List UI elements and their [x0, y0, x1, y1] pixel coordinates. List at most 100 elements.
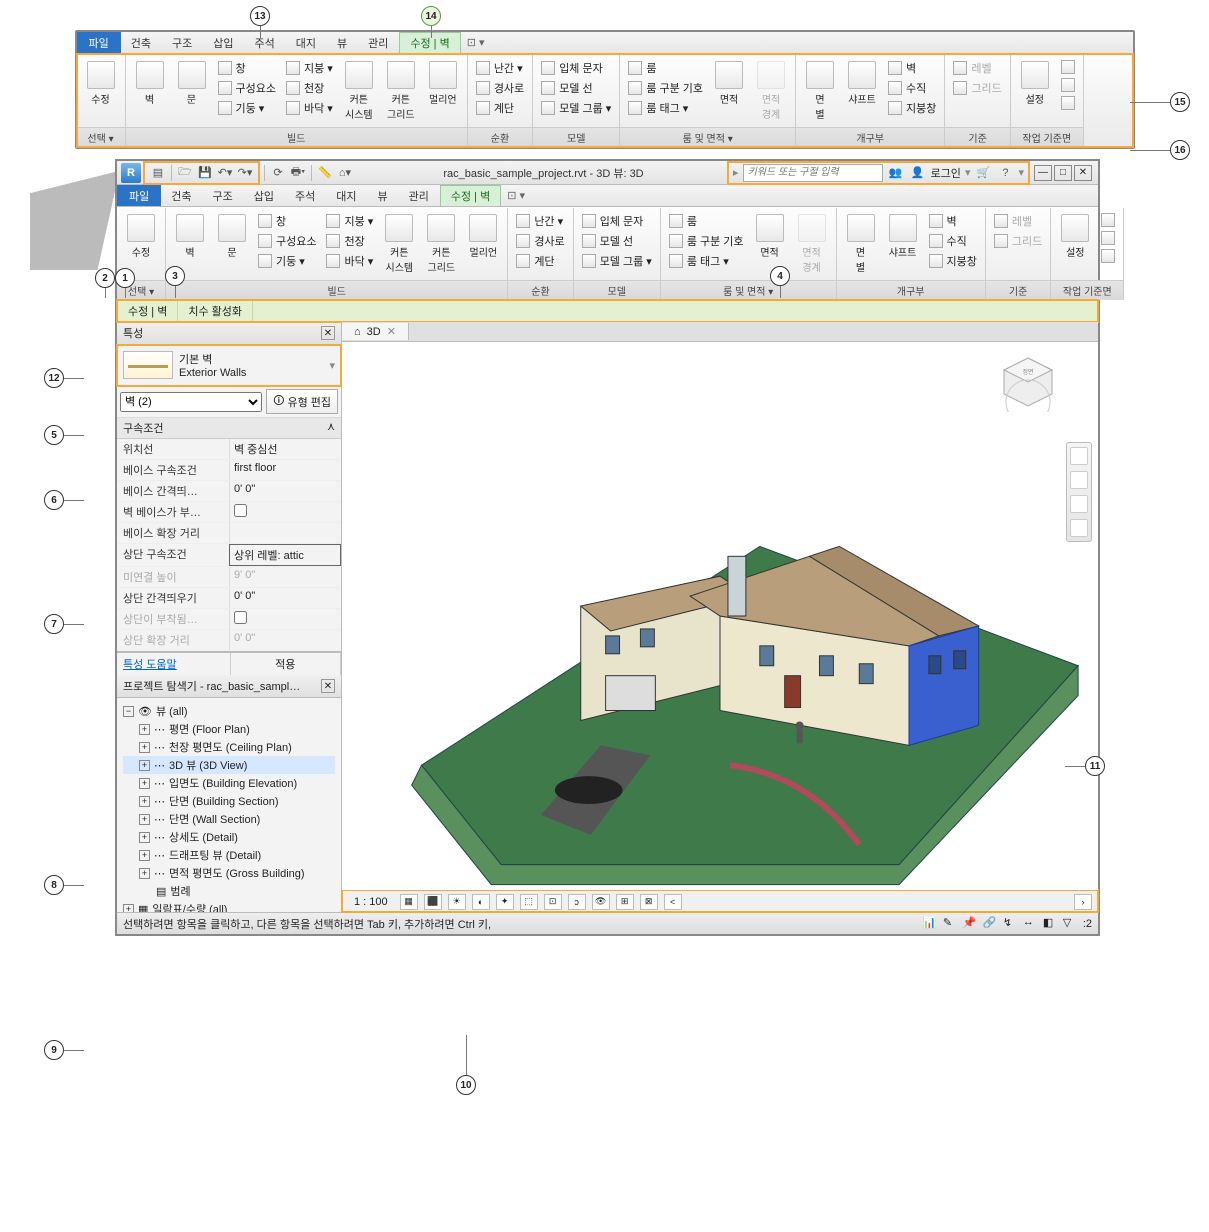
expand-icon[interactable]: + [139, 868, 150, 879]
ribbon-mini-1-2-1[interactable]: 구성요소 [216, 79, 278, 97]
qat-sync-icon[interactable]: ⟳ [269, 164, 287, 182]
ribbon-mini-1-3-0[interactable]: 지붕 ▾ [284, 59, 335, 77]
prop-check-8[interactable] [234, 611, 247, 624]
ribbon-mini-1-2-2[interactable]: 기둥 ▾ [256, 252, 318, 270]
ribbon-mini-1-3-1[interactable]: 천장 [324, 232, 375, 250]
browser-close-icon[interactable]: ✕ [321, 679, 335, 693]
ribbon-mini-7-1-2[interactable] [1099, 248, 1117, 264]
properties-help-link[interactable]: 특성 도움말 [117, 653, 231, 675]
ribbon-btn-door-icon[interactable]: 문 [214, 212, 250, 261]
navigation-bar[interactable] [1066, 442, 1092, 542]
tab-overflow[interactable]: ⊡ ▾ [461, 33, 491, 52]
ribbon-mini-5-2-2[interactable]: 지붕창 [927, 252, 979, 270]
ribbon-mini-5-2-1[interactable]: 수직 [927, 232, 979, 250]
panel-footer-1[interactable]: 빌드 [126, 127, 467, 147]
sb-pin-icon[interactable]: 📌 [963, 916, 979, 932]
ribbon-btn-set-icon[interactable]: 설정 [1057, 212, 1093, 261]
panel-footer-6[interactable]: 기준 [986, 280, 1050, 300]
vc-sun-icon[interactable]: ☀ [448, 894, 466, 910]
tab-insert[interactable]: 삽입 [203, 32, 244, 53]
ribbon-btn-grid2-icon[interactable]: 커튼그리드 [383, 59, 419, 123]
ribbon-mini-5-2-1[interactable]: 수직 [886, 79, 938, 97]
tree-view-3[interactable]: +⋯입면도 (Building Elevation) [123, 774, 335, 792]
mtab-overflow[interactable]: ⊡ ▾ [501, 186, 531, 205]
qat-redo-icon[interactable]: ↷▾ [236, 164, 254, 182]
prop-row-0[interactable]: 위치선벽 중심선 [117, 439, 341, 460]
tree-view-2[interactable]: +⋯3D 뷰 (3D View) [123, 756, 335, 774]
view-cube[interactable]: 정면 [998, 352, 1058, 412]
ribbon-mini-1-3-2[interactable]: 바닥 ▾ [284, 99, 335, 117]
prop-row-6[interactable]: 미연결 높이9' 0" [117, 567, 341, 588]
nav-zoom-icon[interactable] [1070, 495, 1088, 513]
expand-icon[interactable]: + [139, 724, 150, 735]
mtab-annot[interactable]: 주석 [285, 185, 326, 206]
ribbon-mini-4-0-1[interactable]: 룸 구분 기호 [667, 232, 746, 250]
user-icon[interactable]: 👤 [909, 164, 927, 182]
ribbon-btn-mullion-icon[interactable]: 멀리언 [425, 59, 461, 108]
ribbon-btn-wall-icon[interactable]: 벽 [172, 212, 208, 261]
scroll-right-icon[interactable]: › [1074, 894, 1092, 910]
ribbon-btn-cursor-icon[interactable]: 수정 [123, 212, 159, 261]
tree-view-6[interactable]: +⋯상세도 (Detail) [123, 828, 335, 846]
panel-footer-2[interactable]: 순환 [468, 127, 532, 147]
ribbon-mini-3-0-2[interactable]: 모델 그룹 ▾ [539, 99, 613, 117]
file-menu[interactable]: 파일 [77, 32, 121, 53]
close-icon[interactable]: ✕ [1074, 165, 1092, 181]
ribbon-mini-7-1-0[interactable] [1099, 212, 1117, 228]
vc-lock-icon[interactable]: ↄ [568, 894, 586, 910]
panel-footer-1[interactable]: 빌드 [166, 280, 507, 300]
mtab-view[interactable]: 뷰 [368, 185, 399, 206]
ribbon-mini-4-0-0[interactable]: 룸 [667, 212, 746, 230]
ribbon-btn-cursor-icon[interactable]: 수정 [83, 59, 119, 108]
vc-temp-icon[interactable]: 👁 [592, 894, 610, 910]
ribbon-mini-1-3-0[interactable]: 지붕 ▾ [324, 212, 375, 230]
ribbon-mini-7-1-2[interactable] [1059, 95, 1077, 111]
tree-view-8[interactable]: +⋯면적 평면도 (Gross Building) [123, 864, 335, 882]
qat-measure-icon[interactable]: 📏 [316, 164, 334, 182]
panel-footer-4[interactable]: 룸 및 면적 ▾ [620, 127, 795, 147]
tree-extra-1[interactable]: +▦일람표/수량 (all) [123, 900, 335, 912]
options-dim-activate[interactable]: 치수 활성화 [178, 300, 253, 322]
ribbon-btn-area2-icon[interactable]: 면적경계 [794, 212, 830, 276]
canvas[interactable]: 정면 [342, 342, 1098, 890]
nav-wheel-icon[interactable] [1070, 447, 1088, 465]
expand-icon[interactable]: + [139, 832, 150, 843]
sb-face-icon[interactable]: ◧ [1043, 916, 1059, 932]
ribbon-mini-2-0-0[interactable]: 난간 ▾ [514, 212, 566, 230]
ribbon-mini-5-2-2[interactable]: 지붕창 [886, 99, 938, 117]
ribbon-mini-6-0-1[interactable]: 그리드 [992, 232, 1044, 250]
tab-site[interactable]: 대지 [286, 32, 327, 53]
qat-print-icon[interactable]: 🖶▾ [289, 164, 307, 182]
maximize-icon[interactable]: □ [1054, 165, 1072, 181]
prop-row-3[interactable]: 벽 베이스가 부… [117, 502, 341, 523]
mtab-insert[interactable]: 삽입 [244, 185, 285, 206]
panel-footer-3[interactable]: 모델 [533, 127, 619, 147]
instance-filter[interactable]: 벽 (2) [120, 392, 262, 412]
prop-row-8[interactable]: 상단이 부착됨… [117, 609, 341, 630]
mtab-modify-wall[interactable]: 수정 | 벽 [440, 185, 501, 206]
mtab-arch[interactable]: 건축 [161, 185, 202, 206]
mtab-site[interactable]: 대지 [326, 185, 367, 206]
ribbon-btn-grid-icon[interactable]: 커튼시스템 [381, 212, 417, 276]
file-menu-main[interactable]: 파일 [117, 185, 161, 206]
ribbon-mini-5-2-0[interactable]: 벽 [886, 59, 938, 77]
tab-struct[interactable]: 구조 [162, 32, 203, 53]
signin-label[interactable]: 로그인 [931, 165, 961, 181]
vc-reveal-icon[interactable]: ⊞ [616, 894, 634, 910]
help-icon[interactable]: ? [996, 164, 1014, 182]
ribbon-mini-6-0-0[interactable]: 레벨 [951, 59, 1003, 77]
sb-filter-icon[interactable]: ▽ [1063, 916, 1079, 932]
ribbon-mini-2-0-1[interactable]: 경사로 [474, 79, 526, 97]
ribbon-mini-4-0-0[interactable]: 룸 [626, 59, 705, 77]
mtab-struct[interactable]: 구조 [203, 185, 244, 206]
tab-arch[interactable]: 건축 [121, 32, 162, 53]
ribbon-mini-1-2-0[interactable]: 창 [256, 212, 318, 230]
prop-check-3[interactable] [234, 504, 247, 517]
expand-icon[interactable]: + [123, 904, 134, 913]
expand-icon[interactable]: + [139, 742, 150, 753]
panel-footer-2[interactable]: 순환 [508, 280, 572, 300]
expand-icon[interactable]: + [139, 760, 150, 771]
view-scale[interactable]: 1 : 100 [348, 896, 394, 908]
ribbon-btn-shaft-icon[interactable]: 샤프트 [885, 212, 921, 261]
ribbon-mini-3-0-1[interactable]: 모델 선 [580, 232, 654, 250]
